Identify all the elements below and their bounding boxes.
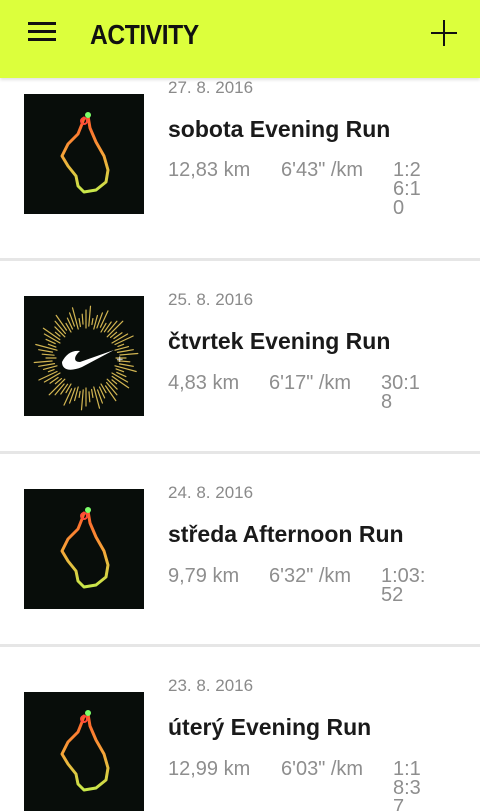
burst-ray bbox=[116, 349, 134, 354]
activity-duration: 1:18:37 bbox=[393, 758, 421, 811]
burst-ray bbox=[38, 362, 56, 367]
burst-ray bbox=[78, 390, 81, 399]
brand-thumbnail: + bbox=[24, 296, 144, 416]
menu-button[interactable] bbox=[22, 18, 62, 50]
activity-name: středa Afternoon Run bbox=[168, 521, 404, 547]
plus-icon bbox=[443, 20, 445, 46]
activity-item[interactable]: 24. 8. 2016 středa Afternoon Run 9,79 km… bbox=[0, 454, 480, 647]
activity-item[interactable]: + 25. 8. 2016 čtvrtek Evening Run 4,83 k… bbox=[0, 261, 480, 454]
burst-ray bbox=[54, 383, 65, 396]
activity-pace: 6'17" /km bbox=[269, 372, 352, 394]
svg-text:+: + bbox=[116, 355, 124, 365]
route-map-thumbnail bbox=[24, 692, 144, 811]
nike-swoosh-icon: + bbox=[33, 305, 139, 411]
activity-pace: 6'32" /km bbox=[269, 565, 352, 587]
activity-duration: 1:03:52 bbox=[381, 565, 426, 606]
burst-ray bbox=[93, 386, 101, 409]
route-map-icon bbox=[60, 710, 110, 792]
burst-ray bbox=[107, 320, 118, 333]
burst-ray bbox=[99, 310, 109, 328]
burst-ray bbox=[117, 343, 125, 348]
activity-pace: 6'43" /km bbox=[281, 159, 364, 181]
activity-pace: 6'03" /km bbox=[281, 758, 364, 780]
route-map-icon bbox=[60, 112, 110, 194]
burst-ray bbox=[91, 318, 94, 326]
burst-ray bbox=[54, 331, 61, 337]
hamburger-menu-icon bbox=[28, 30, 56, 33]
activity-distance: 4,83 km bbox=[168, 372, 240, 394]
hamburger-menu-icon bbox=[28, 22, 56, 25]
activity-date: 25. 8. 2016 bbox=[168, 290, 254, 309]
activity-duration: 1:26:10 bbox=[393, 159, 421, 219]
activity-date: 27. 8. 2016 bbox=[168, 78, 254, 97]
burst-ray bbox=[71, 307, 79, 330]
burst-ray bbox=[88, 391, 91, 403]
burst-ray bbox=[41, 353, 55, 356]
burst-ray bbox=[63, 388, 73, 406]
route-map-thumbnail bbox=[24, 94, 144, 214]
burst-ray bbox=[81, 313, 84, 325]
activity-date: 24. 8. 2016 bbox=[168, 483, 254, 502]
hamburger-menu-icon bbox=[28, 38, 56, 41]
burst-ray bbox=[114, 345, 130, 351]
burst-ray bbox=[47, 343, 57, 348]
activity-distance: 9,79 km bbox=[168, 565, 240, 587]
burst-ray bbox=[78, 318, 82, 328]
activity-name: úterý Evening Run bbox=[168, 714, 372, 740]
activity-distance: 12,99 km bbox=[168, 758, 251, 780]
page-title: ACTIVITY bbox=[90, 19, 199, 50]
burst-ray bbox=[111, 379, 118, 385]
activity-screen: 27. 8. 2016 sobota Evening Run 12,83 km … bbox=[0, 0, 480, 811]
burst-ray bbox=[38, 349, 54, 353]
burst-ray bbox=[42, 365, 58, 371]
burst-ray bbox=[88, 305, 92, 327]
burst-ray bbox=[90, 388, 94, 399]
route-map-icon bbox=[60, 507, 110, 589]
burst-ray bbox=[47, 368, 55, 373]
activity-item[interactable]: 27. 8. 2016 sobota Evening Run 12,83 km … bbox=[0, 68, 480, 261]
burst-ray bbox=[115, 368, 125, 373]
activity-duration: 30:18 bbox=[381, 372, 420, 413]
activity-distance: 12,83 km bbox=[168, 159, 251, 181]
activity-item[interactable]: 23. 8. 2016 úterý Evening Run 12,99 km 6… bbox=[0, 647, 480, 811]
activity-date: 23. 8. 2016 bbox=[168, 676, 254, 695]
burst-ray bbox=[33, 360, 53, 364]
app-header: ACTIVITY bbox=[0, 0, 480, 78]
burst-ray bbox=[80, 389, 84, 411]
activity-list[interactable]: 27. 8. 2016 sobota Evening Run 12,83 km … bbox=[0, 0, 480, 811]
activity-name: sobota Evening Run bbox=[168, 116, 391, 142]
route-map-thumbnail bbox=[24, 489, 144, 609]
activity-name: čtvrtek Evening Run bbox=[168, 328, 391, 354]
add-activity-button[interactable] bbox=[426, 16, 462, 52]
